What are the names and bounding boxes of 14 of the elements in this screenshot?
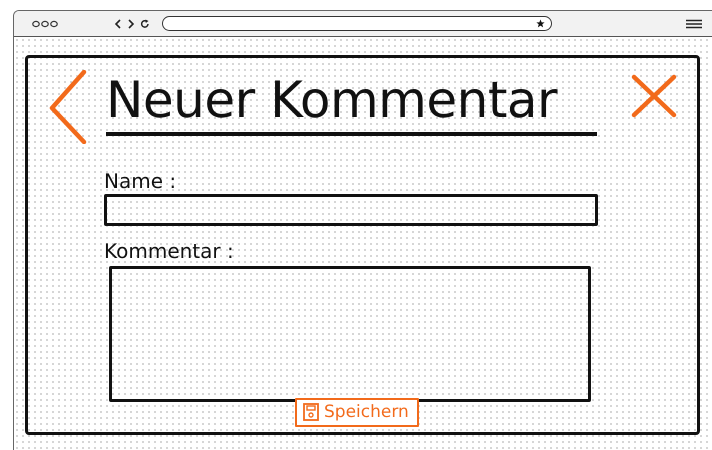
forward-nav-icon[interactable]: [127, 18, 135, 28]
close-icon[interactable]: [631, 74, 677, 118]
reload-icon[interactable]: [140, 18, 150, 28]
text-area[interactable]: [109, 266, 591, 402]
menu-icon[interactable]: [686, 18, 702, 28]
bookmark-star-icon[interactable]: [536, 19, 545, 28]
save-button[interactable]: Speichern: [295, 398, 419, 427]
page-title: Neuer Kommentar: [106, 70, 598, 136]
back-icon[interactable]: [48, 70, 88, 144]
field-label: Name :: [104, 168, 176, 194]
field-label: Kommentar :: [104, 238, 234, 264]
input-field[interactable]: [104, 194, 598, 226]
address-bar[interactable]: [162, 16, 552, 31]
back-nav-icon[interactable]: [114, 18, 122, 28]
